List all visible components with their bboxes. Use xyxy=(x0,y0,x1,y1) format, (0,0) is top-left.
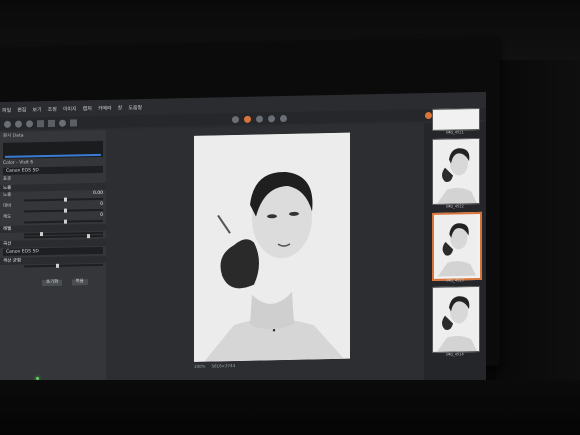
thumbnail-caption: IMG_4521 xyxy=(446,130,464,135)
menu-file[interactable]: 파일 xyxy=(2,106,11,116)
thumbnail-selected[interactable] xyxy=(432,211,482,281)
thumbnail-image xyxy=(433,138,479,204)
param-label: 채도 xyxy=(3,214,12,220)
speaker xyxy=(496,60,580,380)
thumbnail-caption: IMG_4523 xyxy=(446,278,464,283)
menu-camera[interactable]: 카메라 xyxy=(98,104,112,114)
menu-edit[interactable]: 편집 xyxy=(17,105,26,115)
param-row[interactable]: 표준 xyxy=(0,174,106,183)
slider-handle[interactable] xyxy=(87,234,91,239)
image-size: 5616×3744 xyxy=(211,363,236,369)
lens-icon[interactable] xyxy=(48,119,55,127)
viewer-status: 100% 5616×3744 xyxy=(194,361,354,370)
menu-capture[interactable]: 캡처 xyxy=(83,104,92,114)
saturation-slider[interactable] xyxy=(24,219,103,224)
image-viewer: 100% 5616×3744 xyxy=(106,123,424,394)
menu-adjust[interactable]: 조정 xyxy=(48,105,57,115)
apply-button[interactable]: 적용 xyxy=(71,279,88,286)
eyedropper-icon[interactable] xyxy=(280,114,287,122)
slider-handle[interactable] xyxy=(55,263,59,268)
param-label: Color - Visit 6 xyxy=(3,160,34,166)
param-value: 0.00 xyxy=(92,190,103,197)
filmstrip: IMG_4521 IMG_4522 IMG_4523 IMG_4524 xyxy=(424,107,486,388)
hand-icon[interactable] xyxy=(232,115,239,123)
color-icon[interactable] xyxy=(26,119,33,127)
grid-icon[interactable] xyxy=(425,111,432,119)
histogram xyxy=(3,140,103,159)
thumbnail-caption: IMG_4522 xyxy=(446,204,464,209)
menu-image[interactable]: 이미지 xyxy=(63,104,77,114)
tool-panel: 원시 Data Color - Visit 6 Canon EOS 5D 표준 … xyxy=(0,129,106,397)
slider-handle[interactable] xyxy=(63,197,67,202)
thumbnail[interactable] xyxy=(432,137,480,205)
param-value: 0 xyxy=(100,201,103,207)
thumbnail-image xyxy=(433,286,479,352)
param-label: 대비 xyxy=(3,203,12,209)
portrait-photo[interactable] xyxy=(194,132,350,362)
reset-button[interactable]: 초기화 xyxy=(42,279,63,287)
param-label: 노출 xyxy=(3,192,12,198)
curve-select[interactable]: Canon EOS 5D xyxy=(3,246,103,256)
portrait-image xyxy=(194,132,350,362)
monitor: 파일 편집 보기 조정 이미지 캡처 카메라 창 도움말 원시 Data Col… xyxy=(0,37,500,410)
desk xyxy=(0,380,580,435)
screen: 파일 편집 보기 조정 이미지 캡처 카메라 창 도움말 원시 Data Col… xyxy=(0,91,486,410)
slider-handle[interactable] xyxy=(63,208,67,213)
param-value: 0 xyxy=(100,212,103,218)
cursor-tools xyxy=(232,112,287,125)
zoom-level: 100% xyxy=(194,363,206,369)
slider-handle[interactable] xyxy=(63,219,67,224)
levels-slider-2[interactable] xyxy=(24,234,103,239)
param-label: 표준 xyxy=(3,176,12,182)
crop-icon[interactable] xyxy=(256,114,263,123)
folder-icon[interactable] xyxy=(4,120,11,128)
rotate-icon[interactable] xyxy=(268,114,275,122)
thumbnail[interactable] xyxy=(432,107,480,131)
thumbnail-caption: IMG_4524 xyxy=(446,352,464,357)
details-icon[interactable] xyxy=(59,119,66,127)
thumbnail-image xyxy=(434,214,478,277)
menu-window[interactable]: 창 xyxy=(118,103,123,113)
menu-help[interactable]: 도움말 xyxy=(128,103,142,113)
metadata-icon[interactable] xyxy=(70,118,77,127)
exposure-icon[interactable] xyxy=(37,119,44,127)
menu-view[interactable]: 보기 xyxy=(32,105,41,115)
camera-icon[interactable] xyxy=(15,120,22,128)
thumbnail[interactable] xyxy=(432,285,480,353)
pan-icon[interactable] xyxy=(244,115,251,123)
